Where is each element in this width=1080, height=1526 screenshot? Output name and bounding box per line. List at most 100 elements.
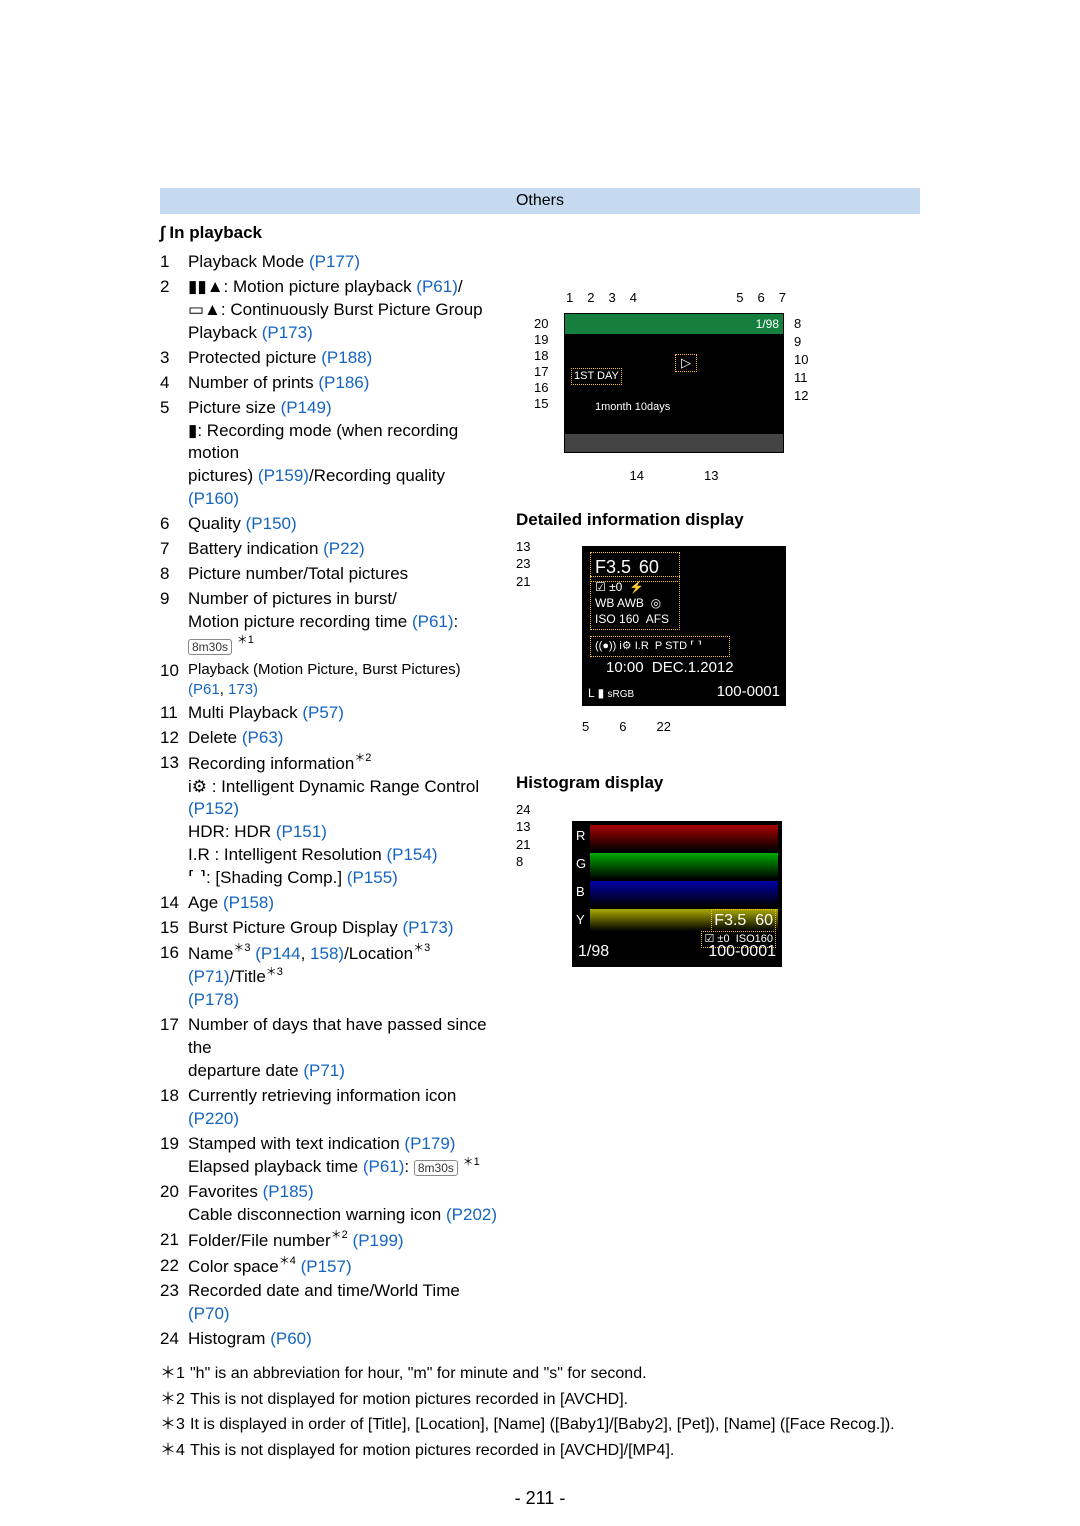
diagram-label: 3 [608, 289, 615, 307]
list-item-number: 13 [160, 752, 188, 890]
hist-picnum: 1/98 [578, 941, 609, 963]
page-ref-link[interactable]: (P160) [188, 489, 239, 508]
page-ref-link[interactable]: (P199) [353, 1231, 404, 1250]
hist-folder: 100-0001 [708, 941, 776, 963]
diagram-screen-3: R G B Y F3.5 60 ☑ ±0 ISO160 1/98 100-000… [572, 821, 782, 967]
page-ref-link[interactable]: (P179) [404, 1134, 455, 1153]
detail-ev: ±0 [609, 580, 622, 594]
list-item-number: 9 [160, 588, 188, 657]
detail-label-6: 6 [619, 718, 626, 736]
hist-label-24: 24 [516, 801, 920, 819]
list-item-number: 10 [160, 660, 188, 701]
page-ref-link[interactable]: (P154) [386, 845, 437, 864]
list-item: 23Recorded date and time/World Time (P70… [160, 1280, 500, 1326]
list-item-number: 6 [160, 513, 188, 536]
list-item-number: 8 [160, 563, 188, 586]
list-item-number: 20 [160, 1181, 188, 1227]
page-ref-link[interactable]: (P61 [188, 681, 220, 698]
diagram-label: 15 [534, 395, 548, 411]
page-ref-link[interactable]: (P159) [258, 466, 309, 485]
page-ref-link[interactable]: (P173) [402, 918, 453, 937]
diagram-label: 4 [630, 289, 637, 307]
detail-iso: 160 [619, 612, 639, 626]
list-item: 4Number of prints (P186) [160, 372, 500, 395]
diagram-count: 1/98 [756, 316, 779, 332]
diagrams-column: 1ST DAY 1month 10days 1/98 ▷ 1234567 891… [516, 251, 920, 1353]
detail-mode: P [655, 640, 662, 652]
page-ref-link[interactable]: (P157) [301, 1257, 352, 1276]
section-heading: ∫ In playback [160, 222, 920, 245]
diagram-label: 11 [794, 369, 808, 387]
page-ref-link[interactable]: (P71) [188, 967, 230, 986]
hist-heading: Histogram display [516, 772, 920, 795]
list-item: 14Age (P158) [160, 892, 500, 915]
list-item-number: 5 [160, 397, 188, 512]
diagram-label: 7 [779, 289, 786, 307]
list-item-number: 15 [160, 917, 188, 940]
diagram-label: 10 [794, 351, 808, 369]
list-item: 12Delete (P63) [160, 727, 500, 750]
list-item: 16Name＊3 (P144, 158)/Location＊3 (P71)/Ti… [160, 942, 500, 1012]
page-ref-link[interactable]: (P144 [255, 944, 300, 963]
list-item-number: 12 [160, 727, 188, 750]
diagram-label: 19 [534, 331, 548, 347]
footnote: ＊3It is displayed in order of [Title], [… [160, 1414, 920, 1436]
list-item-number: 2 [160, 276, 188, 345]
page-ref-link[interactable]: (P155) [347, 868, 398, 887]
page-ref-link[interactable]: (P152) [188, 799, 239, 818]
page-ref-link[interactable]: (P63) [242, 728, 284, 747]
page-ref-link[interactable]: (P188) [321, 348, 372, 367]
hist-f: F3.5 [714, 912, 746, 929]
page-ref-link[interactable]: 173) [228, 681, 258, 698]
list-item-number: 23 [160, 1280, 188, 1326]
list-item-number: 7 [160, 538, 188, 561]
page-ref-link[interactable]: (P151) [276, 822, 327, 841]
hist-b: B [576, 883, 585, 901]
diagram-label: 20 [534, 315, 548, 331]
detail-date: DEC.1.2012 [652, 659, 734, 676]
item-list: 1Playback Mode (P177)2▮▮▲: Motion pictur… [160, 251, 500, 1353]
page-ref-link[interactable]: (P185) [263, 1182, 314, 1201]
page-ref-link[interactable]: (P70) [188, 1304, 230, 1323]
page-ref-link[interactable]: (P57) [302, 703, 344, 722]
page-ref-link[interactable]: (P158) [223, 893, 274, 912]
page-ref-link[interactable]: (P220) [188, 1109, 239, 1128]
diagram-screen-2: F3.5 60 ☑ ±0 ⚡ WB AWB ◎ ISO 160 AFS ((●)… [582, 546, 786, 706]
list-item-number: 19 [160, 1133, 188, 1180]
diagram-label: 13 [704, 467, 718, 485]
list-item-number: 17 [160, 1014, 188, 1083]
detail-f: F3.5 [595, 557, 631, 577]
header-category: Others [160, 188, 920, 214]
page-ref-link[interactable]: (P60) [270, 1329, 312, 1348]
page-ref-link[interactable]: (P150) [246, 514, 297, 533]
page-ref-link[interactable]: (P186) [318, 373, 369, 392]
page-ref-link[interactable]: (P61) [412, 612, 454, 631]
list-item-number: 18 [160, 1085, 188, 1131]
page-number: - 211 - [160, 1486, 920, 1510]
diagram-label: 2 [587, 289, 594, 307]
page-ref-link[interactable]: (P22) [323, 539, 365, 558]
page-ref-link[interactable]: 158) [310, 944, 344, 963]
page-ref-link[interactable]: (P173) [262, 323, 313, 342]
page-ref-link[interactable]: (P202) [446, 1205, 497, 1224]
page-ref-link[interactable]: (P61) [363, 1157, 405, 1176]
detail-af: AFS [646, 612, 669, 626]
page-ref-link[interactable]: (P177) [309, 252, 360, 271]
detail-std: STD [665, 640, 687, 652]
page-ref-link[interactable]: (P178) [188, 990, 239, 1009]
list-item-number: 24 [160, 1328, 188, 1351]
list-item: 22Color space＊4 (P157) [160, 1255, 500, 1279]
page-ref-link[interactable]: (P61) [416, 277, 458, 296]
detail-shutter: 60 [639, 557, 659, 577]
detail-quality: L [588, 686, 594, 700]
list-item: 5Picture size (P149)▮: Recording mode (w… [160, 397, 500, 512]
list-item: 24Histogram (P60) [160, 1328, 500, 1351]
detail-colorspace: sRGB [608, 689, 635, 700]
footnote: ＊2This is not displayed for motion pictu… [160, 1389, 920, 1411]
list-item: 17Number of days that have passed since … [160, 1014, 500, 1083]
page-ref-link[interactable]: (P149) [281, 398, 332, 417]
list-item: 21Folder/File number＊2 (P199) [160, 1229, 500, 1253]
list-item-number: 1 [160, 251, 188, 274]
list-item-number: 21 [160, 1229, 188, 1253]
page-ref-link[interactable]: (P71) [303, 1061, 345, 1080]
